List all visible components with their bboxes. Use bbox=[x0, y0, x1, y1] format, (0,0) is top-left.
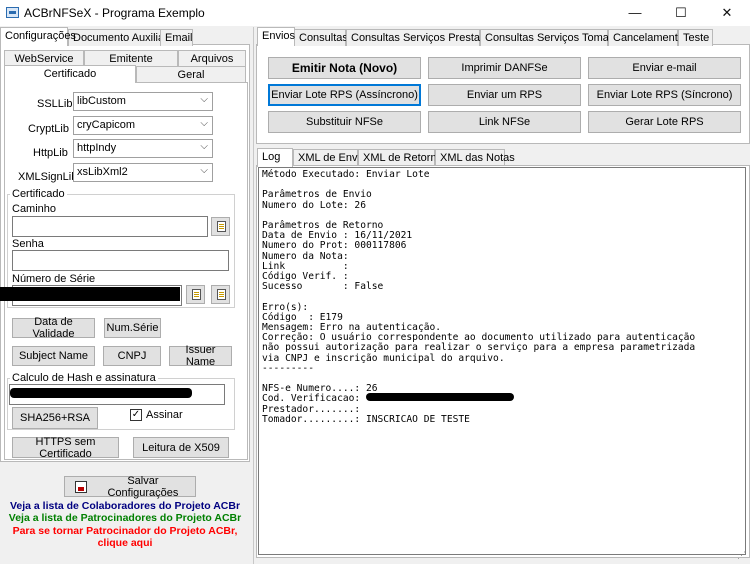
salvar-label: Salvar Configurações bbox=[107, 474, 179, 499]
chevron-down-icon: ⌵ bbox=[200, 94, 208, 105]
ssllib-label: SSLLib bbox=[37, 98, 73, 110]
tab-consultas-prestados[interactable]: Consultas Serviços Prestados bbox=[346, 29, 498, 46]
tab-certificado[interactable]: Certificado bbox=[4, 65, 136, 83]
tab-arquivos[interactable]: Arquivos bbox=[178, 50, 246, 67]
tab-cancelamento[interactable]: Cancelamento bbox=[608, 29, 684, 46]
select-certificate-button[interactable] bbox=[186, 285, 205, 304]
log-line: Sucesso : False bbox=[262, 281, 384, 293]
log-line: via CNPJ e inscrição municipal do arquiv… bbox=[262, 352, 505, 364]
senha-label: Senha bbox=[12, 238, 44, 250]
xmlsignlib-label: XMLSignLib bbox=[18, 171, 78, 183]
assinar-label: Assinar bbox=[146, 409, 183, 421]
enviar-email-button[interactable]: Enviar e-mail bbox=[588, 57, 741, 79]
enviar-rps-button[interactable]: Enviar um RPS bbox=[428, 84, 581, 106]
tab-geral[interactable]: Geral bbox=[136, 66, 246, 83]
resize-grip-icon[interactable]: ⋰ bbox=[737, 551, 747, 561]
xmlsignlib-value: xsLibXml2 bbox=[77, 166, 128, 178]
gerar-lote-rps-button[interactable]: Gerar Lote RPS bbox=[588, 111, 741, 133]
tab-documento-auxiliar[interactable]: Documento Auxiliar bbox=[68, 29, 168, 46]
redacted-prestador bbox=[366, 393, 514, 401]
subject-name-button[interactable]: Subject Name bbox=[12, 346, 95, 366]
emitir-nota-button[interactable]: Emitir Nota (Novo) bbox=[268, 57, 421, 79]
cnpj-button[interactable]: CNPJ bbox=[103, 346, 161, 366]
caminho-label: Caminho bbox=[12, 203, 57, 215]
link-patrocinar[interactable]: Para se tornar Patrocinador do Projeto A… bbox=[0, 525, 250, 537]
document-icon bbox=[192, 289, 201, 300]
enviar-lote-sincrono-button[interactable]: Enviar Lote RPS (Síncrono) bbox=[588, 84, 741, 106]
document-icon bbox=[217, 221, 226, 232]
tab-consultas[interactable]: Consultas bbox=[294, 29, 348, 46]
app-icon bbox=[6, 7, 19, 18]
certificate-info-button[interactable] bbox=[211, 285, 230, 304]
log-line: Numero do Lote: 26 bbox=[262, 199, 366, 211]
httplib-label: HttpLib bbox=[33, 147, 68, 159]
tab-configuracoes[interactable]: Configurações bbox=[0, 27, 76, 46]
link-clique-aqui[interactable]: clique aqui bbox=[0, 537, 250, 549]
tab-email[interactable]: Email bbox=[160, 29, 193, 46]
log-text: Método Executado: Enviar Lote Parâmetros… bbox=[262, 169, 695, 425]
cryptlib-label: CryptLib bbox=[28, 123, 69, 135]
close-button[interactable]: ✕ bbox=[704, 0, 750, 26]
enviar-lote-assincrono-button[interactable]: Enviar Lote RPS (Assíncrono) bbox=[268, 84, 421, 106]
substituir-nfse-button[interactable]: Substituir NFSe bbox=[268, 111, 421, 133]
link-nfse-button[interactable]: Link NFSe bbox=[428, 111, 581, 133]
cryptlib-select[interactable]: cryCapicom ⌵ bbox=[73, 116, 213, 135]
log-line: --------- bbox=[262, 362, 314, 374]
ssllib-select[interactable]: libCustom ⌵ bbox=[73, 92, 213, 111]
redacted-serial bbox=[0, 287, 180, 301]
num-serie-button[interactable]: Num.Série bbox=[104, 318, 161, 338]
assinar-checkbox[interactable]: ✓ bbox=[130, 409, 142, 421]
serie-label: Número de Série bbox=[12, 273, 96, 285]
link-colaboradores[interactable]: Veja a lista de Colaboradores do Projeto… bbox=[0, 500, 250, 512]
httplib-select[interactable]: httpIndy ⌵ bbox=[73, 139, 213, 158]
tab-xml-notas[interactable]: XML das Notas bbox=[435, 149, 515, 166]
tab-teste[interactable]: Teste bbox=[678, 29, 713, 46]
link-patrocinadores[interactable]: Veja a lista de Patrocinadores do Projet… bbox=[0, 512, 250, 524]
imprimir-danfse-button[interactable]: Imprimir DANFSe bbox=[428, 57, 581, 79]
chevron-down-icon: ⌵ bbox=[200, 118, 208, 129]
maximize-button[interactable]: ☐ bbox=[658, 0, 704, 26]
splitter[interactable] bbox=[253, 27, 254, 564]
leitura-x509-button[interactable]: Leitura de X509 bbox=[133, 437, 229, 458]
chevron-down-icon: ⌵ bbox=[200, 141, 208, 152]
ssllib-value: libCustom bbox=[77, 95, 126, 107]
sha256-rsa-button[interactable]: SHA256+RSA bbox=[12, 407, 98, 429]
log-line: Tomador.........: INSCRICAO DE TESTE bbox=[262, 413, 470, 425]
tab-consultas-tomados[interactable]: Consultas Serviços Tomados bbox=[480, 29, 627, 46]
log-line: Método Executado: Enviar Lote bbox=[262, 169, 430, 180]
chevron-down-icon: ⌵ bbox=[200, 165, 208, 176]
tab-envios[interactable]: Envios bbox=[257, 27, 295, 46]
save-icon bbox=[75, 480, 87, 493]
tab-xml-envio[interactable]: XML de Envio bbox=[293, 149, 366, 166]
document-icon bbox=[217, 289, 226, 300]
certificado-group-title: Certificado bbox=[10, 188, 67, 200]
xmlsignlib-select[interactable]: xsLibXml2 ⌵ bbox=[73, 163, 213, 182]
tab-log[interactable]: Log bbox=[257, 148, 293, 167]
httplib-value: httpIndy bbox=[77, 142, 117, 154]
minimize-button[interactable]: — bbox=[612, 0, 658, 26]
https-sem-certificado-button[interactable]: HTTPS sem Certificado bbox=[12, 436, 119, 460]
redacted-hash bbox=[10, 388, 192, 398]
browse-file-button[interactable] bbox=[211, 217, 230, 236]
cryptlib-value: cryCapicom bbox=[77, 119, 136, 131]
data-validade-button[interactable]: Data de Validade bbox=[12, 316, 95, 340]
salvar-configuracoes-button[interactable]: Salvar Configurações bbox=[64, 474, 196, 499]
issuer-name-button[interactable]: Issuer Name bbox=[169, 344, 232, 368]
hash-group-title: Calculo de Hash e assinatura bbox=[10, 372, 158, 384]
caminho-input[interactable] bbox=[12, 216, 208, 237]
window-title: ACBrNFSeX - Programa Exemplo bbox=[24, 6, 205, 20]
senha-input[interactable] bbox=[12, 250, 229, 271]
tab-xml-retorno[interactable]: XML de Retorno bbox=[358, 149, 443, 166]
